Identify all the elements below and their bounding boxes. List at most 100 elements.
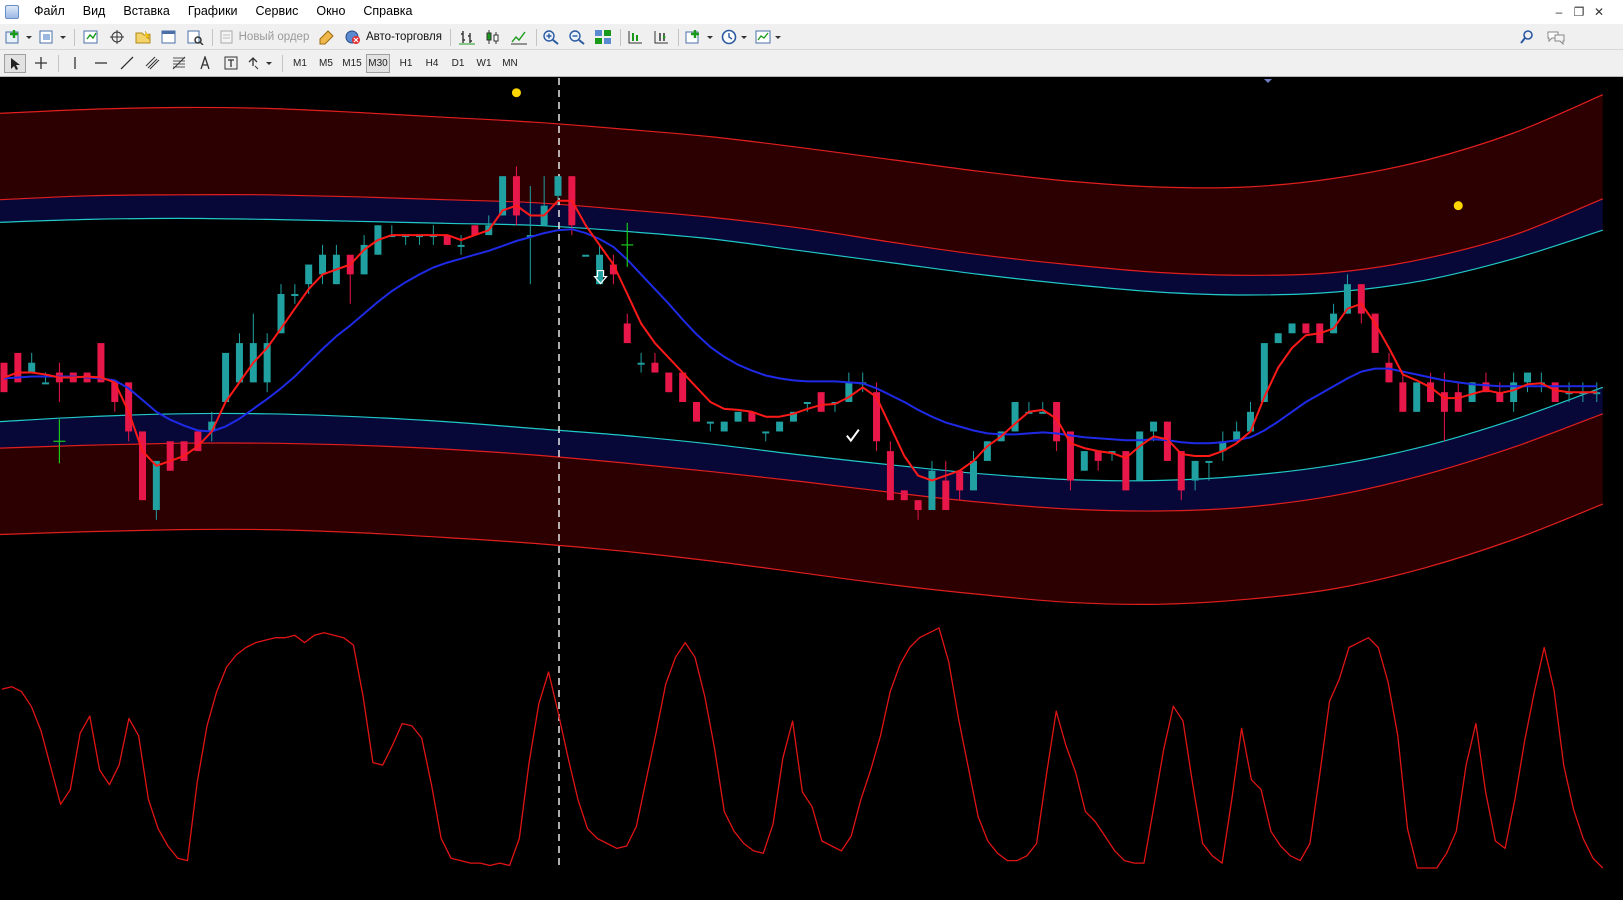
line-chart-button[interactable]: [508, 27, 530, 47]
market-watch-button[interactable]: [80, 27, 102, 47]
cursor-button[interactable]: [4, 54, 26, 73]
candlestick-icon: [486, 30, 499, 44]
new-order-button[interactable]: Новый ордер: [218, 27, 310, 47]
price-chart[interactable]: [0, 78, 1623, 900]
candle: [1288, 323, 1296, 334]
candle-body: [1399, 382, 1407, 412]
crosshair-button[interactable]: [30, 53, 52, 73]
profiles-button[interactable]: [38, 27, 68, 47]
candle: [222, 352, 230, 402]
periods-button[interactable]: [720, 27, 750, 47]
navigator-button[interactable]: [132, 27, 154, 47]
candle-body: [706, 421, 714, 424]
bar-chart-button[interactable]: [456, 27, 478, 47]
vertical-line-button[interactable]: [64, 53, 86, 73]
candle-body: [1247, 411, 1254, 432]
label-button[interactable]: [220, 53, 242, 73]
metaeditor-button[interactable]: [316, 27, 338, 47]
chart-shift-button[interactable]: [624, 27, 646, 47]
timeframe-h4[interactable]: H4: [420, 53, 444, 73]
window-controls: – ❐ ✕: [1549, 0, 1609, 23]
candle-body: [1413, 382, 1421, 412]
line-chart-icon: [511, 31, 527, 45]
new-chart-button[interactable]: [4, 27, 34, 47]
arrows-button[interactable]: [246, 53, 276, 73]
candle-body: [1454, 392, 1462, 412]
menu-view[interactable]: Вид: [74, 0, 115, 23]
search-button[interactable]: [1516, 27, 1538, 47]
candle-body: [152, 460, 160, 510]
text-button[interactable]: [194, 53, 216, 73]
candle-body: [180, 441, 188, 461]
candle: [166, 441, 174, 471]
drawing-toolbar: M1 M5 M15 M30 H1 H4 D1 W1 MN: [0, 50, 1623, 77]
candle-body: [928, 470, 936, 510]
trendline-button[interactable]: [116, 53, 138, 73]
candle-body: [734, 411, 742, 422]
new-chart-icon: [5, 30, 32, 44]
menu-bar: Файл Вид Вставка Графики Сервис Окно Спр…: [0, 0, 1623, 23]
menu-help[interactable]: Справка: [354, 0, 421, 23]
templates-icon: [755, 30, 781, 44]
zoom-in-icon: [543, 30, 559, 45]
chat-icon: [1547, 31, 1565, 45]
candle-body: [222, 352, 230, 402]
candle-body: [1136, 431, 1144, 481]
candle-body: [720, 421, 728, 432]
zoom-out-button[interactable]: [566, 27, 588, 47]
candle-body: [1302, 323, 1310, 334]
timeframe-h1[interactable]: H1: [394, 53, 418, 73]
timeframe-d1[interactable]: D1: [446, 53, 470, 73]
search-icon: [1520, 30, 1533, 44]
horizontal-line-button[interactable]: [90, 53, 112, 73]
bar-chart-icon: [459, 31, 475, 45]
restore-icon[interactable]: ❐: [1569, 5, 1589, 19]
timeframe-m1[interactable]: M1: [288, 53, 312, 73]
autotrade-button[interactable]: Авто-торговля: [342, 27, 444, 47]
terminal-button[interactable]: [158, 27, 180, 47]
candlestick-button[interactable]: [482, 27, 504, 47]
data-window-button[interactable]: [106, 27, 128, 47]
tester-button[interactable]: [184, 27, 206, 47]
candle-body: [28, 362, 36, 373]
timeframe-m5[interactable]: M5: [314, 53, 338, 73]
candle-body: [776, 421, 784, 432]
metaeditor-icon: [319, 30, 334, 45]
menu-file[interactable]: Файл: [25, 0, 74, 23]
minimize-icon[interactable]: –: [1549, 5, 1569, 19]
menu-window[interactable]: Окно: [307, 0, 354, 23]
arrows-icon: [248, 57, 272, 70]
timeframe-m30[interactable]: M30: [366, 54, 390, 73]
clock-icon: [721, 29, 747, 45]
app-icon[interactable]: [5, 4, 19, 19]
candle-body: [582, 254, 590, 257]
templates-button[interactable]: [754, 27, 784, 47]
timeframe-w1[interactable]: W1: [472, 53, 496, 73]
candle: [900, 490, 908, 501]
new-order-icon: [220, 30, 233, 44]
fibonacci-button[interactable]: [168, 53, 190, 73]
chat-button[interactable]: [1544, 27, 1568, 47]
timeframe-m15[interactable]: M15: [340, 53, 364, 73]
autotrade-icon: [345, 30, 361, 44]
tile-windows-button[interactable]: [592, 27, 614, 47]
standard-toolbar: Новый ордер Авто-торговля: [0, 23, 1623, 50]
auto-scroll-button[interactable]: [650, 27, 672, 47]
menu-charts[interactable]: Графики: [179, 0, 247, 23]
candle-body: [803, 402, 811, 404]
zoom-in-button[interactable]: [540, 27, 562, 47]
candle-body: [42, 382, 50, 385]
menu-tools[interactable]: Сервис: [247, 0, 308, 23]
close-icon[interactable]: ✕: [1589, 5, 1609, 19]
candle-body: [1385, 362, 1393, 383]
candle-body: [1150, 421, 1158, 432]
candle-body: [1524, 372, 1531, 383]
candle: [582, 254, 590, 257]
auto-scroll-icon: [654, 31, 668, 44]
timeframe-mn[interactable]: MN: [498, 53, 522, 73]
signal-dot: [511, 88, 521, 98]
channel-button[interactable]: [142, 53, 164, 73]
menu-insert[interactable]: Вставка: [114, 0, 178, 23]
profiles-icon: [39, 30, 66, 44]
indicators-button[interactable]: [684, 27, 716, 47]
